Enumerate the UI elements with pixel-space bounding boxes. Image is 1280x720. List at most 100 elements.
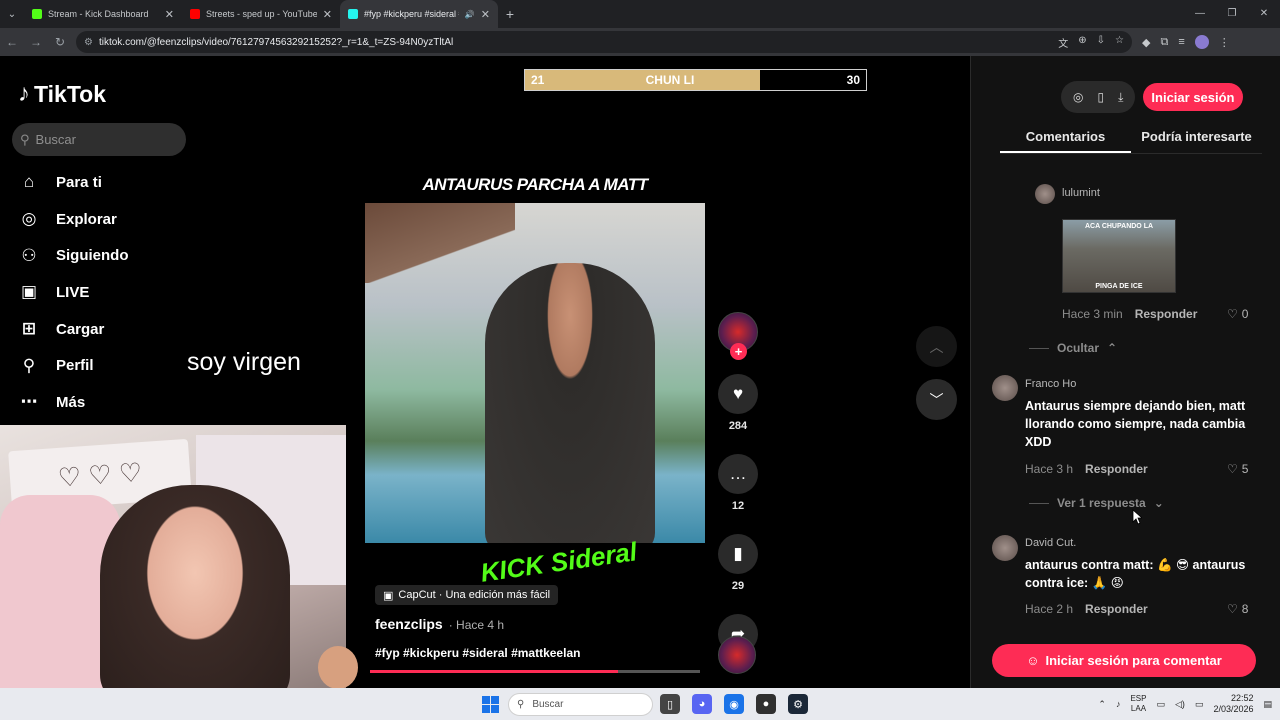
sidebar-item-live[interactable]: ▣ LIVE [18,274,129,311]
notification-icon[interactable]: ▤ [1263,699,1272,710]
microphone-icon[interactable]: ♪ [1116,699,1121,709]
bookmark-action[interactable]: ▮ 29 [718,534,758,592]
chrome-icon[interactable]: ◉ [724,694,744,714]
windows-start-icon[interactable] [482,696,499,713]
back-icon[interactable]: ← [0,35,24,49]
video-player[interactable] [365,203,705,543]
divider [1029,347,1049,349]
zoom-icon[interactable]: ⊕ [1078,35,1086,50]
close-icon[interactable]: ✕ [323,8,332,21]
forward-icon[interactable]: → [24,35,48,49]
clock[interactable]: 22:52 2/03/2026 [1213,693,1253,715]
taskbar-search-placeholder: Buscar [532,699,564,710]
language-indicator[interactable]: ESP LAA [1130,694,1146,714]
search-box[interactable]: ⚲ [12,123,186,156]
steam-icon[interactable]: ⚙ [788,694,808,714]
tab-search-icon[interactable]: ⌄ [0,0,24,28]
obs-icon[interactable]: ● [756,694,776,714]
reply-button[interactable]: Responder [1085,602,1148,616]
menu-icon[interactable]: ⋮ [1219,36,1230,49]
view-replies-toggle[interactable]: Ver 1 respuesta ⌄ [1029,496,1164,510]
follow-plus-icon[interactable]: + [730,343,747,360]
tab-kick-dashboard[interactable]: Stream - Kick Dashboard ✕ [24,0,182,28]
restore-icon[interactable]: ❐ [1216,0,1248,28]
tiktok-page: ♪ TikTok ⚲ ⌂ Para ti ◎ Explorar ⚇ Siguie… [0,56,1280,708]
sidebar-item-para-ti[interactable]: ⌂ Para ti [18,164,129,201]
heart-outline-icon: ♡ [1227,307,1238,321]
comment-user[interactable]: lulumint [1062,187,1100,199]
comment-user[interactable]: Franco Ho [1025,378,1076,390]
video-hashtags[interactable]: #fyp #kickperu #sideral #mattkeelan [375,646,580,660]
windows-taskbar: ⚲ Buscar ▯ ◕ ◉ ● ⚙ ⌃ ♪ ESP LAA ▭ ◁) ▭ 22… [0,688,1280,720]
star-icon[interactable]: ☆ [1115,35,1124,50]
url-field[interactable]: ⚙ tiktok.com/@feenzclips/video/761279745… [76,31,1132,53]
music-disc-avatar[interactable] [718,636,756,674]
tab-podria-interesarte[interactable]: Podría interesarte [1131,122,1262,153]
comment-like[interactable]: ♡ 8 [1227,602,1248,616]
toolbar-icons: ◆ ⧉ ≡ ⋮ [1142,35,1230,49]
hide-replies-toggle[interactable]: Ocultar ⌃ [1029,341,1117,355]
login-button[interactable]: Iniciar sesión [1143,83,1243,111]
comment-time: Hace 3 h [1025,462,1074,476]
avatar[interactable] [1035,184,1055,204]
profile-avatar[interactable] [1194,35,1209,49]
network-icon[interactable]: ▭ [1156,699,1165,710]
puzzle-icon[interactable]: ⧉ [1160,36,1168,49]
bookmark-icon[interactable]: ▮ [718,534,758,574]
reply-button[interactable]: Responder [1085,462,1148,476]
reload-icon[interactable]: ↻ [48,35,72,49]
avatar[interactable] [992,535,1018,561]
volume-icon[interactable]: ◁) [1175,699,1185,710]
comment-image[interactable]: ACA CHUPANDO LA PINGA DE ICE [1062,219,1176,293]
taskbar-search[interactable]: ⚲ Buscar [508,693,653,716]
comment-user[interactable]: David Cut. [1025,537,1076,549]
capcut-badge[interactable]: ▣ CapCut · Una edición más fácil [375,585,559,605]
sidebar-item-cargar[interactable]: ⊞ Cargar [18,311,129,348]
close-icon[interactable]: ✕ [165,8,174,21]
comment-action[interactable]: … 12 [718,454,758,512]
video-progress[interactable] [370,670,700,673]
author-name[interactable]: feenzclips [375,616,443,632]
tab-youtube[interactable]: Streets - sped up - YouTube ✕ [182,0,340,28]
login-to-comment-button[interactable]: ☺ Iniciar sesión para comentar [992,644,1256,677]
sidebar-item-siguiendo[interactable]: ⚇ Siguiendo [18,237,128,274]
task-view-icon[interactable]: ▯ [660,694,680,714]
media-icon[interactable]: ≡ [1178,36,1184,48]
extension-icon[interactable]: ◆ [1142,36,1150,49]
minimize-icon[interactable]: — [1184,0,1216,28]
download-icon[interactable]: ⤓ [1118,90,1123,105]
video-author: feenzclips · Hace 4 h [375,616,504,632]
chevron-up-icon[interactable]: ︿ [916,326,957,367]
action-bar: + ♥ 284 … 12 ▮ 29 ➦ 18 [716,312,760,672]
comment-like[interactable]: ♡ 0 [1227,307,1248,321]
comment-like[interactable]: ♡ 5 [1227,462,1248,476]
search-input[interactable] [35,132,166,147]
like-action[interactable]: ♥ 284 [718,374,758,432]
site-info-icon[interactable]: ⚙ [84,37,93,48]
chevron-up-icon[interactable]: ⌃ [1098,699,1106,710]
discord-icon[interactable]: ◕ [692,694,712,714]
close-window-icon[interactable]: ✕ [1248,0,1280,28]
tab-comentarios[interactable]: Comentarios [1000,122,1131,153]
tiktok-logo[interactable]: ♪ TikTok [18,80,106,108]
heart-icon[interactable]: ♥ [718,374,758,414]
new-tab-icon[interactable]: + [498,6,522,22]
close-icon[interactable]: ✕ [481,8,490,21]
sidebar-item-mas[interactable]: ⋯ Más [18,384,129,421]
sidebar-item-perfil[interactable]: ⚲ Perfil [18,347,129,384]
compass-icon[interactable]: ◎ [1073,90,1083,104]
creator-avatar[interactable]: + [718,312,758,360]
sidebar-item-explorar[interactable]: ◎ Explorar [18,201,129,238]
chevron-down-icon[interactable]: ﹀ [916,379,957,420]
tab-tiktok[interactable]: #fyp #kickperu #sideral #m 🔊 ✕ [340,0,498,28]
heart-outline-icon: ♡ [1227,462,1238,476]
reply-button[interactable]: Responder [1135,307,1198,321]
comment-icon[interactable]: … [718,454,758,494]
translate-icon[interactable]: 文 [1058,35,1068,50]
comment-meta: Hace 3 h Responder [1025,462,1148,476]
speaker-icon[interactable]: 🔊 [465,10,475,19]
battery-icon[interactable]: ▭ [1195,699,1204,710]
install-icon[interactable]: ⇩ [1097,35,1105,50]
phone-icon[interactable]: ▯ [1097,90,1104,104]
avatar[interactable] [992,375,1018,401]
